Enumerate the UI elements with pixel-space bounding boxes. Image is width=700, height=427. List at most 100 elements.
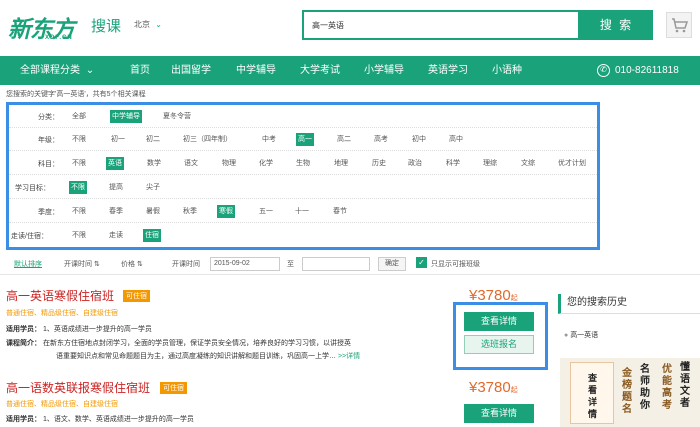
sort-start-time[interactable]: 开课时间 ⇅ — [64, 259, 100, 269]
filter-option[interactable]: 尖子 — [144, 181, 162, 194]
course-features: 普通住宿、精品级住宿、自建级住宿 — [6, 401, 118, 408]
audience-text: 1、英语成绩进一步提升的高一学员 — [42, 326, 152, 333]
filter-option-selected[interactable]: 不限 — [69, 181, 87, 194]
course-audience: 适用学员： 1、英语成绩进一步提升的高一学员 — [6, 324, 152, 334]
course-tag: 可住宿 — [123, 290, 150, 302]
intro-label: 课程简介： — [6, 340, 41, 347]
filter-row-category: 分类： 全部 中学辅导 夏冬令营 — [9, 105, 597, 128]
search-button[interactable]: 搜 索 — [580, 10, 653, 40]
chevron-down-icon: ⌄ — [155, 20, 162, 29]
filter-label: 科目： — [38, 161, 59, 168]
sort-arrow-icon: ⇅ — [135, 261, 143, 268]
confirm-button[interactable]: 确定 — [378, 257, 406, 271]
filter-option[interactable]: 春节 — [331, 205, 349, 218]
filter-option-selected[interactable]: 住宿 — [143, 229, 161, 242]
filter-option[interactable]: 五一 — [257, 205, 275, 218]
filter-row-boarding: 走读/住宿： 不限 走读 住宿 — [9, 224, 597, 247]
course-audience: 适用学员： 1、语文、数学、英语成绩进一步提升的高一学员 — [6, 414, 194, 424]
course-title[interactable]: 高一英语寒假住宿班 — [6, 287, 114, 304]
filter-label: 分类： — [38, 114, 59, 121]
course-price: ¥3780起 — [469, 379, 518, 396]
sort-default[interactable]: 默认排序 — [14, 259, 42, 269]
filter-label: 走读/住宿： — [11, 233, 48, 240]
highlight-box — [453, 302, 548, 370]
cart-button[interactable] — [666, 12, 692, 38]
filter-option-selected[interactable]: 中学辅导 — [110, 110, 142, 123]
filter-option[interactable]: 优才计划 — [556, 157, 588, 170]
filter-label: 年级： — [38, 137, 59, 144]
audience-label: 适用学员： — [6, 416, 41, 423]
filter-option[interactable]: 初中 — [410, 133, 428, 146]
filter-option[interactable]: 科学 — [444, 157, 462, 170]
filter-option[interactable]: 不限 — [70, 157, 88, 170]
filter-option[interactable]: 春季 — [107, 205, 125, 218]
nav-item-college-exam[interactable]: 大学考试 — [300, 56, 340, 85]
filter-option[interactable]: 初二 — [144, 133, 162, 146]
filter-option-selected[interactable]: 高一 — [296, 133, 314, 146]
filter-option[interactable]: 走读 — [107, 229, 125, 242]
filter-option[interactable]: 语文 — [182, 157, 200, 170]
search-input[interactable] — [304, 12, 578, 38]
filter-option[interactable]: 化学 — [257, 157, 275, 170]
filter-row-goal: 学习目标： 不限 提高 尖子 — [9, 176, 597, 199]
nav-item-primary-school[interactable]: 小学辅导 — [364, 56, 404, 85]
filter-row-season: 季度： 不限 春季 暑假 秋季 寒假 五一 十一 春节 — [9, 200, 597, 223]
sort-start-time-label: 开课时间 — [64, 261, 92, 268]
filter-option[interactable]: 不限 — [70, 205, 88, 218]
search-history-item[interactable]: ● 高一英语 — [564, 330, 598, 340]
nav-item-english[interactable]: 英语学习 — [428, 56, 468, 85]
promo-text: 优能高考 — [662, 364, 672, 411]
nav-item-middle-school[interactable]: 中学辅导 — [236, 56, 276, 85]
filter-option[interactable]: 秋季 — [181, 205, 199, 218]
filter-option-selected[interactable]: 英语 — [106, 157, 124, 170]
course-title[interactable]: 高一语数英联报寒假住宿班 — [6, 379, 150, 396]
start-date-input[interactable]: 2015-09-02 — [210, 257, 280, 271]
filter-option[interactable]: 初三（四年制） — [181, 133, 234, 146]
filter-option[interactable]: 文综 — [519, 157, 537, 170]
nav-item-home[interactable]: 首页 — [130, 56, 150, 85]
only-available-label: 只显示可报班级 — [431, 261, 480, 268]
filter-option[interactable]: 生物 — [294, 157, 312, 170]
promo-text: 名师助你 — [640, 364, 650, 411]
sort-bar: 默认排序 开课时间 ⇅ 价格 ⇅ 开课时间 2015-09-02 至 确定 ✓ … — [0, 253, 700, 275]
filter-option[interactable]: 物理 — [220, 157, 238, 170]
price-unit: 起 — [510, 295, 518, 302]
promo-banner[interactable]: 懂语文者 优能高考 名师助你 金榜题名 查看详情 — [560, 358, 700, 427]
filter-label: 学习目标： — [15, 185, 50, 192]
filter-option[interactable]: 不限 — [70, 229, 88, 242]
filter-option[interactable]: 十一 — [293, 205, 311, 218]
search-history-label: 高一英语 — [570, 332, 599, 339]
filter-option-selected[interactable]: 寒假 — [217, 205, 235, 218]
nav-item-study-abroad[interactable]: 出国留学 — [171, 56, 211, 85]
audience-text: 1、语文、数学、英语成绩进一步提升的高一学员 — [42, 416, 194, 423]
filter-option[interactable]: 高考 — [372, 133, 390, 146]
view-details-button[interactable]: 查看详情 — [464, 404, 534, 423]
more-link[interactable]: >>详情 — [338, 353, 360, 360]
sort-price[interactable]: 价格 ⇅ — [121, 259, 143, 269]
course-intro: 课程简介： 在新东方住宿地点封闭学习，全面的学员管理，保证学员安全情况，培养良好… — [6, 338, 351, 348]
filter-option[interactable]: 夏冬令营 — [161, 110, 193, 123]
intro-text-line2: 语重要知识点和常见命题题目为主，通过高度凝练的知识讲解和题目训练，巩固高一上学… — [56, 353, 336, 360]
filter-option[interactable]: 政治 — [406, 157, 424, 170]
result-info: 您搜索的关键字'高一英语'，共有5个相关课程 — [6, 91, 146, 98]
filter-option[interactable]: 暑假 — [144, 205, 162, 218]
filter-option[interactable]: 全部 — [70, 110, 88, 123]
filter-option[interactable]: 高中 — [447, 133, 465, 146]
filter-option[interactable]: 中考 — [260, 133, 278, 146]
filter-option[interactable]: 理综 — [481, 157, 499, 170]
end-date-input[interactable] — [302, 257, 370, 271]
price-value: ¥3780 — [469, 379, 511, 396]
city-label: 北京 — [134, 20, 150, 29]
only-available-checkbox[interactable]: ✓ — [416, 257, 427, 268]
filter-option[interactable]: 不限 — [70, 133, 88, 146]
phone-icon: ✆ — [597, 63, 610, 77]
filter-option[interactable]: 数学 — [145, 157, 163, 170]
city-selector[interactable]: 北京 ⌄ — [134, 19, 162, 30]
nav-item-minor-language[interactable]: 小语种 — [492, 56, 522, 85]
filter-option[interactable]: 高二 — [335, 133, 353, 146]
filter-option[interactable]: 地理 — [332, 157, 350, 170]
filter-option[interactable]: 初一 — [109, 133, 127, 146]
filter-option[interactable]: 提高 — [107, 181, 125, 194]
nav-all-categories[interactable]: 全部课程分类 ⌄ — [20, 56, 94, 85]
filter-option[interactable]: 历史 — [370, 157, 388, 170]
